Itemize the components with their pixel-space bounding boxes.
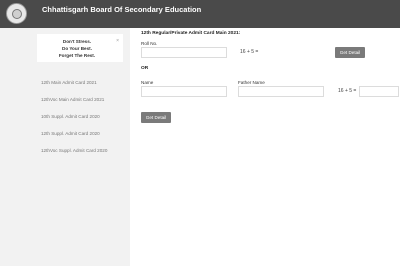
or-separator: OR	[141, 66, 149, 71]
site-header: Chhattisgarh Board Of Secondary Educatio…	[0, 0, 400, 28]
site-title: Chhattisgarh Board Of Secondary Educatio…	[42, 5, 202, 14]
main-content: 12th Regular/Private Admit Card Main 202…	[130, 28, 400, 266]
sidebar-item-12th-main-2021[interactable]: 12th Main Admit Card 2021	[41, 80, 97, 85]
alert-line-1: Don't Stress.	[62, 39, 92, 44]
roll-no-input[interactable]	[141, 47, 227, 58]
father-name-label: Father Name	[238, 80, 265, 85]
sidebar: Don't Stress. Do Your Best. Forget The R…	[0, 28, 130, 266]
board-logo-icon	[6, 3, 27, 24]
captcha-answer-input-2[interactable]	[359, 86, 399, 97]
sidebar-item-12thvoc-main-2021[interactable]: 12thVoc Main Admit Card 2021	[41, 97, 104, 102]
motivation-alert: Don't Stress. Do Your Best. Forget The R…	[37, 34, 123, 62]
sidebar-item-10th-suppl-2020[interactable]: 10th Suppl. Admit Card 2020	[41, 114, 100, 119]
alert-line-3: Forget The Rest.	[58, 53, 96, 58]
sidebar-item-12thvoc-suppl-2020[interactable]: 12thVoc Suppl. Admit Card 2020	[41, 148, 107, 153]
section-title: 12th Regular/Private Admit Card Main 202…	[141, 31, 241, 36]
alert-line-2: Do Your Best.	[62, 46, 92, 51]
father-name-input[interactable]	[238, 86, 324, 97]
captcha-question-2: 16 + 5 =	[338, 88, 357, 94]
get-detail-button-1[interactable]: Get Detail	[335, 47, 365, 58]
name-input[interactable]	[141, 86, 227, 97]
close-icon[interactable]: ×	[116, 38, 119, 44]
captcha-question-1: 16 + 5 =	[240, 49, 259, 55]
sidebar-item-12th-suppl-2020[interactable]: 12th Suppl. Admit Card 2020	[41, 131, 100, 136]
captcha-answer-input-1[interactable]	[261, 46, 301, 57]
roll-no-label: Roll No.	[141, 41, 158, 46]
name-label: Name	[141, 80, 154, 85]
get-detail-button-2[interactable]: Get Detail	[141, 112, 171, 123]
